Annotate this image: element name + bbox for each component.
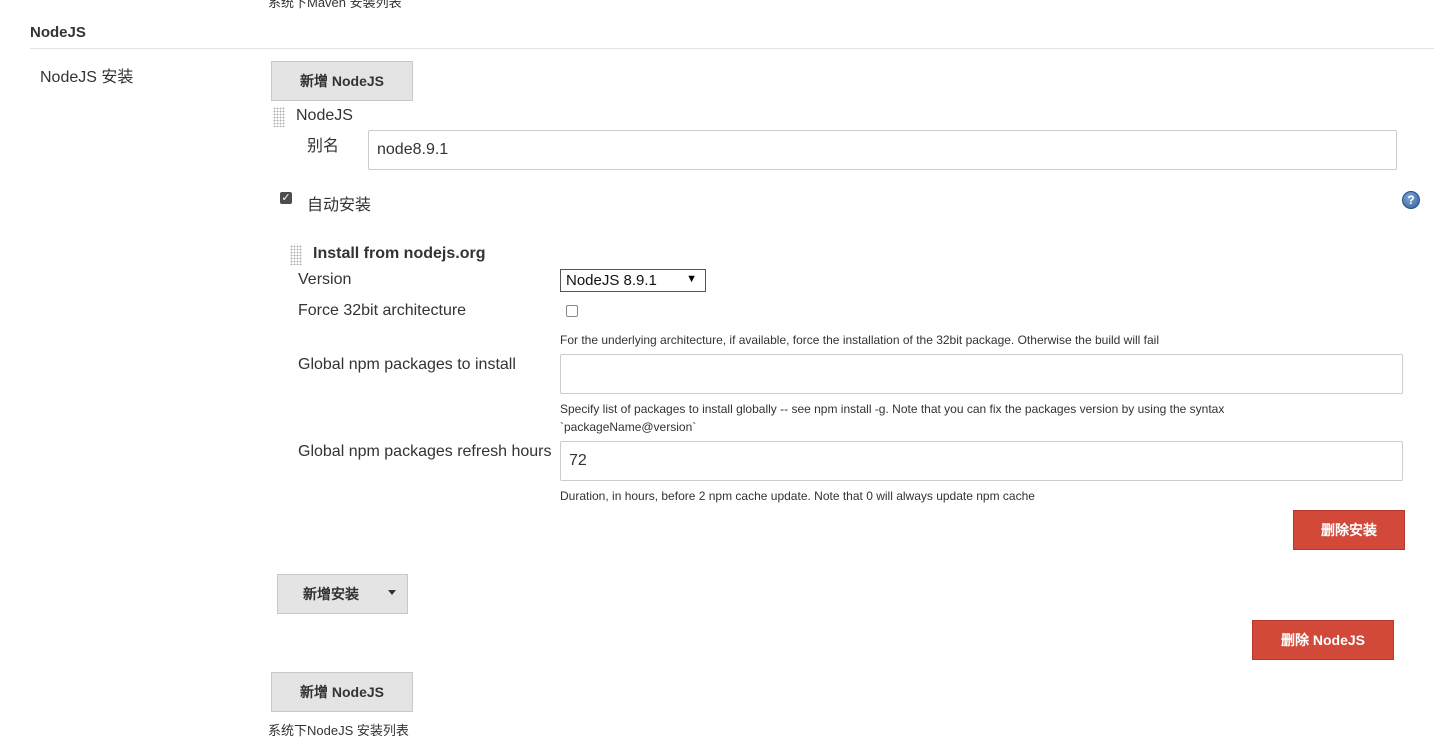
- nodejs-install-label: NodeJS 安装: [40, 69, 134, 86]
- help-icon[interactable]: ?: [1402, 191, 1420, 209]
- delete-nodejs-button[interactable]: 删除 NodeJS: [1252, 620, 1394, 660]
- version-selected-value: NodeJS 8.9.1: [566, 272, 657, 289]
- dropdown-arrow-icon: ▼: [686, 273, 697, 285]
- add-nodejs-button[interactable]: 新增 NodeJS: [271, 61, 413, 101]
- nodejs-list-description: 系统下NodeJS 安装列表: [268, 723, 409, 738]
- section-title: NodeJS: [30, 24, 86, 41]
- maven-list-description: 系统下Maven 安装列表: [268, 0, 402, 10]
- force32-checkbox[interactable]: [566, 305, 578, 317]
- drag-handle-icon[interactable]: [273, 107, 285, 127]
- auto-install-label: 自动安装: [307, 197, 372, 214]
- refresh-hours-input[interactable]: [560, 441, 1403, 481]
- caret-down-icon: [388, 590, 396, 595]
- npm-packages-label: Global npm packages to install: [298, 356, 516, 373]
- npm-packages-help: Specify list of packages to install glob…: [560, 402, 1225, 434]
- delete-installer-button[interactable]: 删除安装: [1293, 510, 1405, 550]
- section-divider: [30, 48, 1434, 49]
- refresh-hours-help: Duration, in hours, before 2 npm cache u…: [560, 489, 1035, 503]
- auto-install-checkbox[interactable]: ✓: [280, 192, 292, 204]
- nodejs-entry-header: NodeJS: [296, 107, 353, 124]
- installer-title: Install from nodejs.org: [313, 245, 486, 262]
- force32-help: For the underlying architecture, if avai…: [560, 333, 1159, 347]
- add-installer-button[interactable]: 新增安装: [277, 574, 408, 614]
- drag-handle-icon[interactable]: [290, 245, 302, 265]
- alias-label: 别名: [307, 138, 340, 155]
- add-installer-label: 新增安装: [303, 586, 359, 602]
- force32-label: Force 32bit architecture: [298, 302, 467, 319]
- add-nodejs-button-bottom[interactable]: 新增 NodeJS: [271, 672, 413, 712]
- alias-input[interactable]: [368, 130, 1397, 170]
- version-select[interactable]: NodeJS 8.9.1 ▼: [560, 269, 706, 292]
- refresh-hours-label: Global npm packages refresh hours: [298, 443, 552, 460]
- npm-packages-input[interactable]: [560, 354, 1403, 394]
- version-label: Version: [298, 271, 352, 288]
